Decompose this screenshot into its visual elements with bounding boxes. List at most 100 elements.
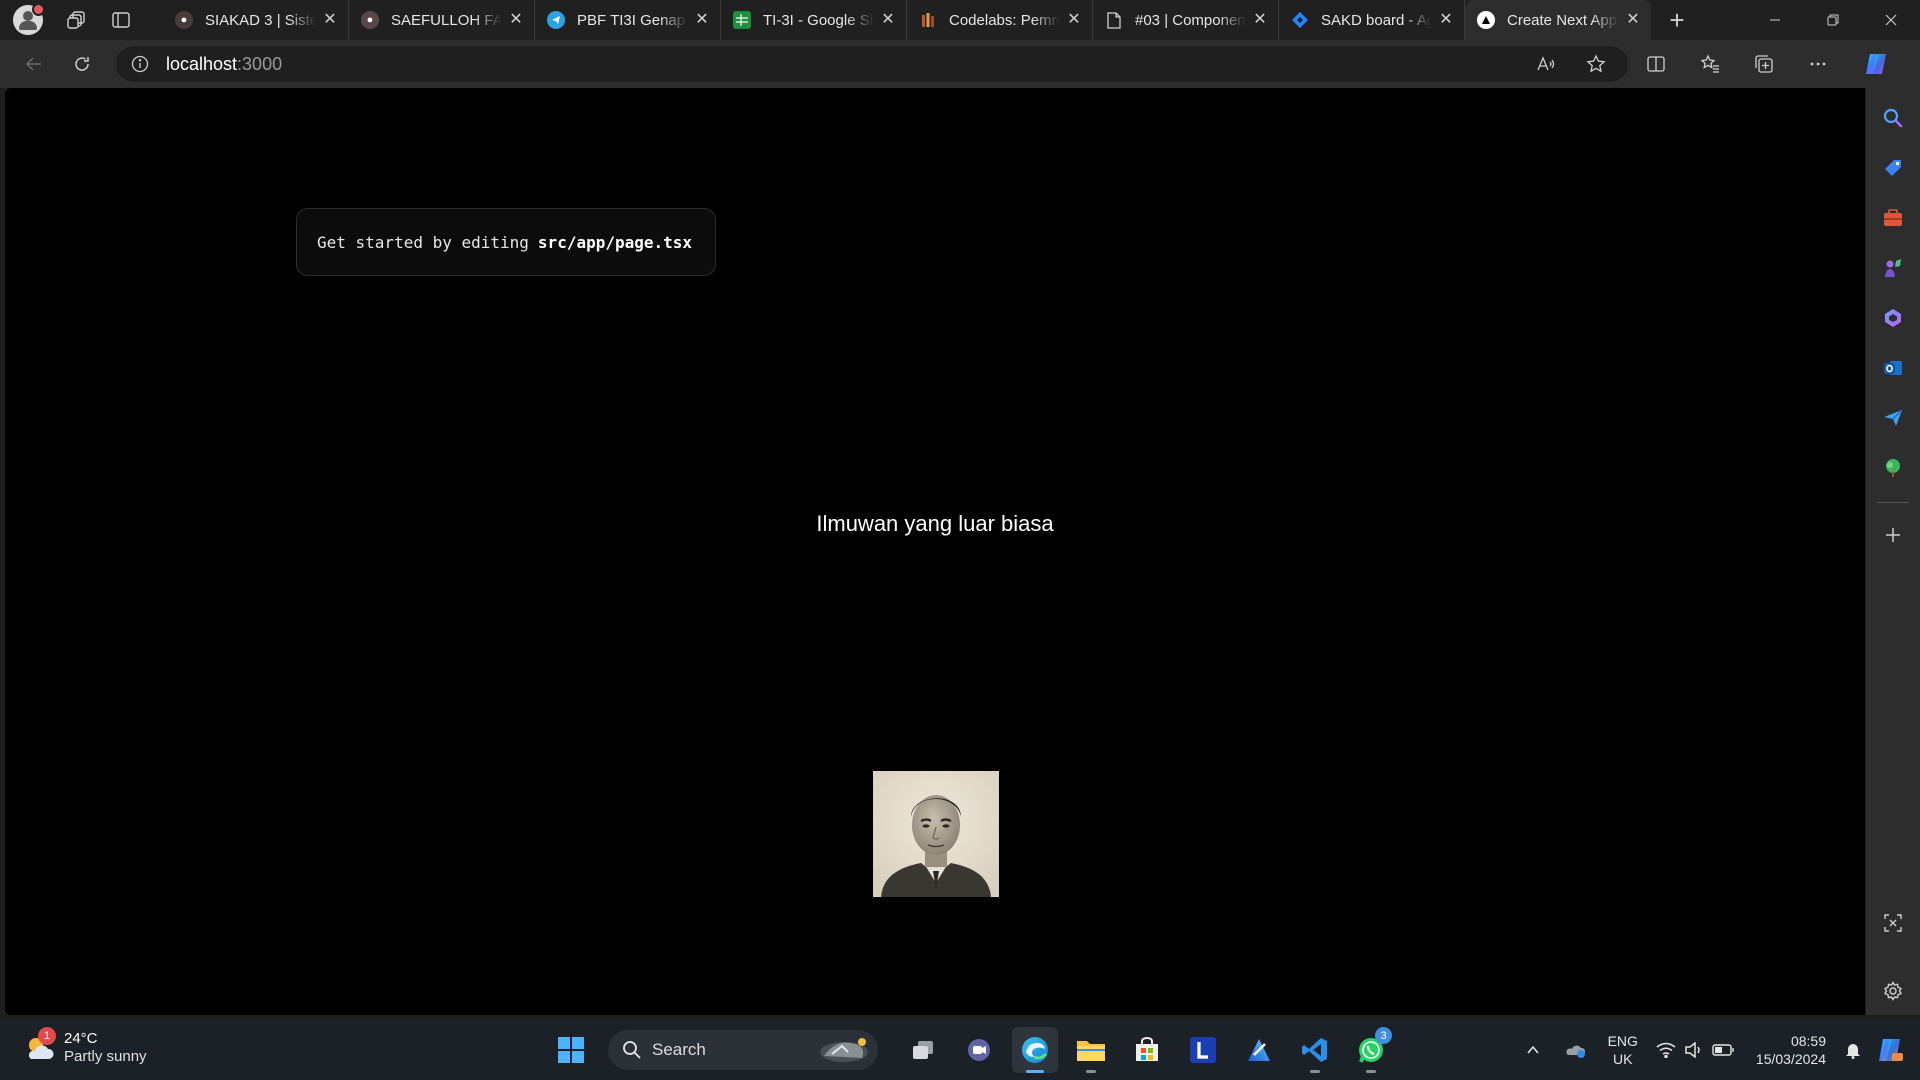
weather-widget[interactable]: 1 24°C Partly sunny (22, 1027, 147, 1066)
site-info-icon[interactable] (130, 54, 150, 74)
language-code: ENG (1607, 1033, 1638, 1049)
copilot-sidebar-icon[interactable] (1875, 300, 1911, 336)
taskbar-search[interactable]: Search (608, 1030, 878, 1070)
code-path: src/app/page.tsx (537, 232, 693, 252)
address-bar[interactable]: localhost:3000 (116, 46, 1628, 82)
jira-icon (1291, 11, 1309, 29)
page-icon (1105, 11, 1123, 29)
shopping-tag-icon[interactable] (1875, 150, 1911, 186)
outlook-icon[interactable] (1875, 350, 1911, 386)
tab-title: SIAKAD 3 | Sistem Informasi Akademik (205, 11, 316, 29)
drop-send-icon[interactable] (1875, 400, 1911, 436)
refresh-button[interactable] (62, 44, 102, 84)
browser-toolbar: localhost:3000 (0, 40, 1920, 88)
teams-chat-icon[interactable] (956, 1027, 1002, 1073)
drawing-app-icon[interactable] (1236, 1027, 1282, 1073)
split-screen-icon[interactable] (1636, 44, 1676, 84)
page-heading: Ilmuwan yang luar biasa (816, 511, 1054, 536)
whatsapp-icon[interactable]: 3 (1348, 1027, 1394, 1073)
partly-sunny-icon: 1 (22, 1027, 56, 1065)
search-icon[interactable] (1875, 100, 1911, 136)
close-icon[interactable]: ✕ (1252, 12, 1268, 28)
close-window-icon[interactable] (1862, 0, 1920, 40)
favorites-icon[interactable] (1690, 44, 1730, 84)
url-port: :3000 (237, 53, 283, 74)
tab-telegram[interactable]: PBF TI3I Genap ✕ (535, 0, 721, 40)
tab-codelabs[interactable]: Codelabs: Pemrograman ✕ (907, 0, 1093, 40)
nextjs-icon (1477, 11, 1495, 29)
favorite-star-icon[interactable] (1578, 46, 1614, 82)
profile-head (23, 11, 33, 21)
url-host: localhost (166, 53, 238, 74)
tab-jira[interactable]: SAKD board - Agile ✕ (1279, 0, 1465, 40)
tools-briefcase-icon[interactable] (1875, 200, 1911, 236)
close-icon[interactable]: ✕ (508, 12, 524, 28)
taskbar-apps: Search 3 (548, 1026, 1394, 1074)
whatsapp-badge: 3 (1375, 1027, 1392, 1044)
restore-icon[interactable] (1804, 0, 1862, 40)
tab-create-next-app[interactable]: Create Next App ✕ (1465, 0, 1651, 40)
page-viewport: Get started by editing src/app/page.tsx … (5, 88, 1865, 1015)
sheets-icon (733, 11, 751, 29)
onedrive-icon[interactable] (1558, 1041, 1594, 1059)
active-indicator (1026, 1070, 1044, 1073)
microsoft-store-icon[interactable] (1124, 1027, 1170, 1073)
start-button[interactable] (548, 1027, 594, 1073)
running-indicator (1310, 1070, 1320, 1073)
profile-avatar[interactable] (13, 3, 45, 35)
sidebar-settings-icon[interactable] (1875, 973, 1911, 1009)
university-favicon-icon: ● (361, 11, 379, 29)
clock[interactable]: 08:59 15/03/2024 (1756, 1032, 1826, 1068)
file-explorer-icon[interactable] (1068, 1027, 1114, 1073)
search-icon (623, 1041, 641, 1059)
weather-badge: 1 (38, 1027, 56, 1045)
sidebar-divider (1877, 502, 1909, 503)
tab-title: SAEFULLOH FATAH (391, 11, 502, 29)
tab-google-sheets[interactable]: TI-3I - Google Sheets ✕ (721, 0, 907, 40)
codelabs-icon (919, 11, 937, 29)
games-icon[interactable] (1875, 250, 1911, 286)
copilot-icon[interactable] (1856, 44, 1896, 84)
close-icon[interactable]: ✕ (880, 12, 896, 28)
tab-title: Codelabs: Pemrograman (949, 11, 1060, 29)
new-tab-button[interactable]: + (1657, 0, 1697, 40)
clock-time: 08:59 (1790, 1033, 1826, 1049)
close-icon[interactable]: ✕ (694, 12, 710, 28)
read-aloud-icon[interactable] (1528, 46, 1564, 82)
edge-browser-icon[interactable] (1012, 1027, 1058, 1073)
tab-title: PBF TI3I Genap (577, 11, 686, 29)
input-language[interactable]: ENG UK (1608, 1032, 1638, 1068)
workspaces-icon[interactable] (57, 0, 97, 40)
collections-icon[interactable] (1744, 44, 1784, 84)
screenshot-icon[interactable] (1875, 905, 1911, 941)
university-favicon-icon: ● (175, 11, 193, 29)
scientist-portrait-image (873, 771, 999, 897)
vertical-tabs-icon[interactable] (101, 0, 141, 40)
show-hidden-icons-chevron-icon[interactable] (1518, 1043, 1548, 1057)
minimize-icon[interactable] (1746, 0, 1804, 40)
weather-temperature: 24°C (64, 1030, 98, 1047)
task-view-button[interactable] (900, 1027, 946, 1073)
tab-components[interactable]: #03 | Components ✕ (1093, 0, 1279, 40)
tab-siakad[interactable]: ● SIAKAD 3 | Sistem Informasi Akademik ✕ (163, 0, 349, 40)
volume-icon[interactable] (1680, 1042, 1708, 1058)
battery-icon[interactable] (1708, 1044, 1738, 1056)
wifi-icon[interactable] (1652, 1042, 1680, 1058)
copilot-taskbar-icon[interactable] (1868, 1037, 1912, 1063)
notification-bell-icon[interactable] (1838, 1041, 1868, 1059)
close-icon[interactable]: ✕ (1625, 12, 1641, 28)
add-sidebar-app-icon[interactable] (1875, 517, 1911, 553)
tree-app-icon[interactable] (1875, 450, 1911, 486)
more-options-icon[interactable] (1798, 44, 1838, 84)
weather-condition: Partly sunny (64, 1048, 147, 1065)
tab-saefulloh[interactable]: ● SAEFULLOH FATAH ✕ (349, 0, 535, 40)
close-icon[interactable]: ✕ (322, 12, 338, 28)
running-indicator (1366, 1070, 1376, 1073)
close-icon[interactable]: ✕ (1066, 12, 1082, 28)
close-icon[interactable]: ✕ (1438, 12, 1454, 28)
back-button[interactable] (14, 44, 54, 84)
search-label: Search (652, 1040, 706, 1059)
vscode-icon[interactable] (1292, 1027, 1338, 1073)
edge-sidebar (1866, 88, 1920, 1015)
l-app-icon[interactable] (1180, 1027, 1226, 1073)
